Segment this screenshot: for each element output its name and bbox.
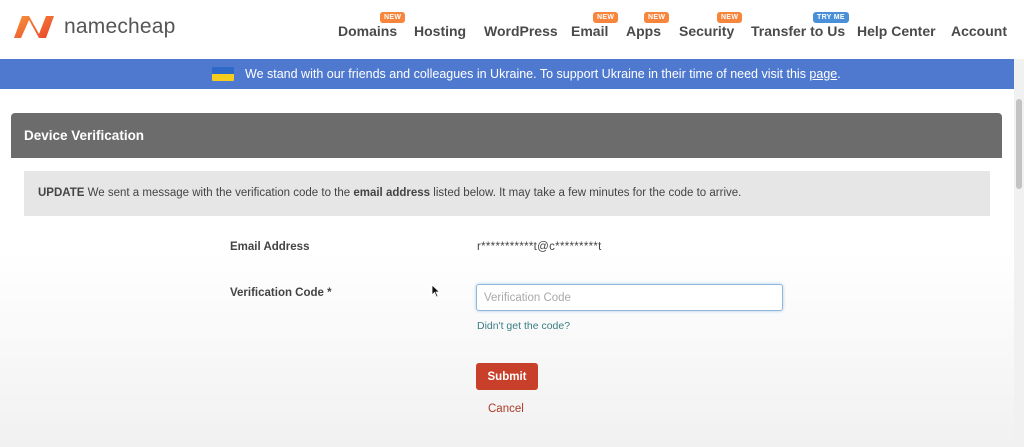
nav-label: Help Center (857, 23, 936, 39)
banner-page-link[interactable]: page (809, 67, 837, 81)
nav-item-domains[interactable]: NEW Domains (338, 12, 406, 39)
page-scrollbar[interactable] (1014, 59, 1024, 447)
page-title: Device Verification (24, 128, 145, 143)
ukraine-flag-icon (212, 67, 234, 81)
new-badge: NEW (380, 12, 406, 23)
main-nav: NEW Domains Hosting WordPress NEW Email … (0, 0, 1024, 59)
cancel-link[interactable]: Cancel (488, 403, 524, 415)
verification-code-input[interactable] (476, 284, 783, 311)
nav-item-apps[interactable]: NEW Apps (626, 12, 670, 39)
ukraine-banner: We stand with our friends and colleagues… (0, 59, 1014, 89)
nav-label: Transfer to Us (751, 23, 846, 39)
verification-code-label: Verification Code * (230, 287, 332, 299)
mouse-cursor-icon (431, 284, 441, 298)
nav-item-security[interactable]: NEW Security (679, 12, 743, 39)
card-header: Device Verification (11, 113, 1002, 158)
nav-label: Domains (338, 23, 398, 39)
notice-text: UPDATE We sent a message with the verifi… (38, 187, 742, 199)
nav-label: Hosting (414, 23, 467, 39)
new-badge: NEW (593, 12, 619, 23)
nav-item-transfer[interactable]: TRY ME Transfer to Us (751, 12, 849, 39)
new-badge: NEW (644, 12, 670, 23)
nav-item-hosting[interactable]: Hosting (414, 23, 466, 39)
nav-label: Apps (626, 23, 661, 39)
email-address-label: Email Address (230, 241, 310, 253)
new-badge: NEW (717, 12, 743, 23)
site-header: namecheap NEW Domains Hosting WordPress … (0, 0, 1024, 59)
banner-text: We stand with our friends and colleagues… (245, 67, 841, 81)
didnt-get-code-link[interactable]: Didn't get the code? (477, 320, 570, 332)
nav-item-wordpress[interactable]: WordPress (484, 23, 558, 39)
try-me-badge: TRY ME (813, 12, 849, 23)
nav-label: Account (951, 23, 1007, 39)
email-address-value: r***********t@c*********t (477, 241, 602, 253)
nav-label: Email (571, 23, 609, 39)
nav-item-email[interactable]: NEW Email (571, 12, 619, 39)
update-notice: UPDATE We sent a message with the verifi… (24, 171, 990, 216)
submit-button[interactable]: Submit (476, 363, 538, 390)
nav-label: WordPress (484, 23, 558, 39)
nav-label: Security (679, 23, 735, 39)
scrollbar-thumb[interactable] (1016, 99, 1022, 189)
nav-item-help-center[interactable]: Help Center (857, 23, 936, 39)
nav-item-account[interactable]: Account (951, 23, 1007, 39)
